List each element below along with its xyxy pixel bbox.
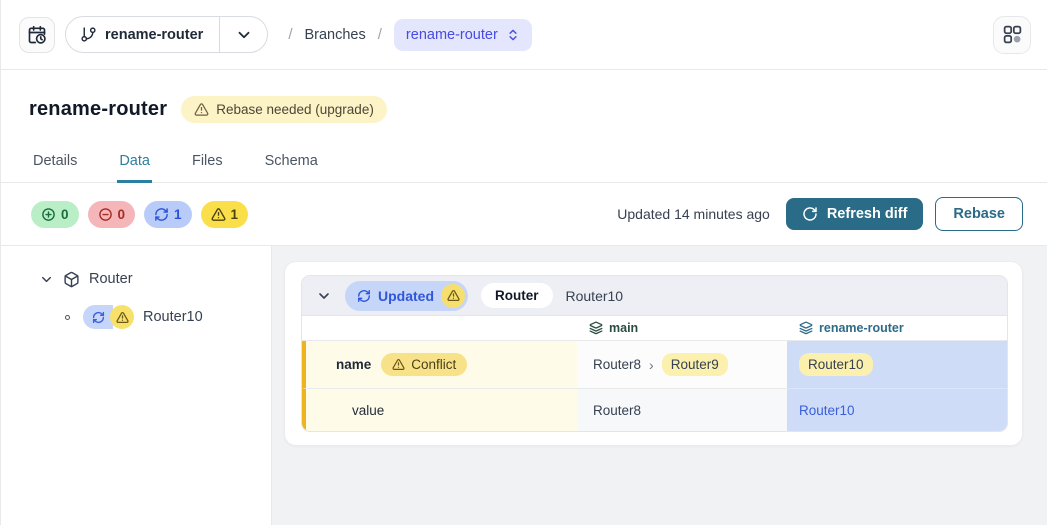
field-column-header	[302, 316, 577, 341]
warning-triangle-icon	[211, 207, 226, 222]
breadcrumb-separator: /	[288, 26, 292, 43]
cube-icon	[63, 271, 80, 288]
warning-triangle-icon	[116, 311, 129, 324]
chevron-down-icon[interactable]	[316, 288, 332, 304]
diff-panel-header: Updated Router Router10	[302, 276, 1007, 316]
breadcrumb-current-selector[interactable]: rename-router	[394, 19, 532, 51]
tab-data[interactable]: Data	[117, 143, 152, 183]
breadcrumb: / Branches / rename-router	[288, 19, 531, 51]
page-title: rename-router	[29, 98, 167, 121]
branch-selector-label-segment[interactable]: rename-router	[66, 17, 219, 52]
chevrons-up-down-icon	[506, 28, 520, 42]
record-type-pill: Router	[481, 283, 553, 308]
removed-count-badge: 0	[88, 201, 136, 228]
compare-value: Router10	[799, 403, 855, 418]
diff-table: main rename-router	[302, 316, 1007, 431]
layers-icon	[799, 321, 813, 335]
breadcrumb-current-label: rename-router	[406, 27, 498, 43]
compare-branch-name: rename-router	[819, 321, 904, 335]
tree-node-router10-label: Router10	[143, 309, 203, 325]
breadcrumb-branches-link[interactable]: Branches	[304, 27, 365, 43]
field-name: name	[336, 357, 371, 372]
conflict-indicator	[441, 284, 465, 308]
tab-details[interactable]: Details	[31, 143, 79, 183]
updated-status-badge: Updated	[345, 281, 468, 311]
refresh-diff-label: Refresh diff	[827, 206, 908, 222]
rotate-cw-icon	[802, 206, 818, 222]
added-count-badge: 0	[31, 201, 79, 228]
diff-toolbar: 0 0 1 1 Updated 14 minutes ago Re	[1, 183, 1047, 246]
circle-plus-icon	[41, 207, 56, 222]
warning-triangle-icon	[194, 102, 209, 117]
removed-count: 0	[118, 207, 126, 222]
record-name: Router10	[566, 288, 624, 304]
top-bar: rename-router / Branches / rename-router	[1, 0, 1047, 70]
diff-main-area: Updated Router Router10	[272, 246, 1047, 525]
conflict-badge: Conflict	[381, 353, 467, 376]
base-branch-name: main	[609, 321, 638, 335]
field-cell-name: name Conflict	[302, 341, 577, 389]
branch-selector-caret[interactable]	[219, 17, 267, 52]
base-branch-column-header: main	[577, 316, 787, 341]
rebase-needed-badge-label: Rebase needed (upgrade)	[216, 102, 374, 117]
circle-minus-icon	[98, 207, 113, 222]
rebase-button[interactable]: Rebase	[935, 197, 1023, 231]
tab-bar: Details Data Files Schema	[1, 143, 1047, 183]
git-branch-icon	[80, 26, 97, 43]
field-name: value	[352, 403, 384, 418]
conflict-status-segment	[110, 305, 134, 329]
conflict-count: 1	[231, 207, 239, 222]
tree-node-router[interactable]: Router	[1, 266, 271, 292]
added-count: 0	[61, 207, 69, 222]
base-old-value: Router8	[593, 357, 641, 372]
apps-menu-button[interactable]	[993, 16, 1031, 54]
updated-count: 1	[174, 207, 182, 222]
compare-value: Router10	[799, 353, 873, 376]
base-new-value: Router9	[662, 353, 728, 376]
content-area: Router Router10	[1, 246, 1047, 525]
page-header: rename-router Rebase needed (upgrade) De…	[1, 70, 1047, 183]
conflict-badge-label: Conflict	[411, 357, 456, 372]
tab-schema[interactable]: Schema	[263, 143, 320, 183]
base-value-cell-value: Router8	[577, 389, 787, 431]
chevron-down-icon	[235, 26, 253, 44]
compare-value-cell-name: Router10	[787, 341, 1007, 389]
tab-files[interactable]: Files	[190, 143, 225, 183]
sync-icon	[357, 289, 371, 303]
layers-icon	[589, 321, 603, 335]
updated-count-badge: 1	[144, 201, 192, 228]
history-button[interactable]	[19, 17, 55, 53]
last-updated-text: Updated 14 minutes ago	[617, 206, 770, 222]
field-cell-value: value	[302, 389, 577, 431]
app-window: rename-router / Branches / rename-router	[0, 0, 1047, 525]
bullet-icon	[65, 315, 70, 320]
refresh-diff-button[interactable]: Refresh diff	[786, 198, 924, 230]
record-status-pill	[83, 305, 134, 329]
diff-panel: Updated Router Router10	[301, 275, 1008, 432]
compare-branch-column-header: rename-router	[787, 316, 1007, 341]
change-arrow: ›	[649, 357, 654, 373]
conflict-count-badge: 1	[201, 201, 249, 228]
chevron-down-icon[interactable]	[39, 272, 54, 287]
compare-value-cell-value: Router10	[787, 389, 1007, 431]
branch-selector[interactable]: rename-router	[65, 16, 268, 53]
warning-triangle-icon	[392, 358, 405, 371]
base-value-cell-name: Router8 › Router9	[577, 341, 787, 389]
updated-status-segment	[83, 305, 113, 329]
tree-node-router10[interactable]: Router10	[1, 304, 271, 330]
base-value: Router8	[593, 403, 641, 418]
diff-card: Updated Router Router10	[284, 261, 1023, 446]
rebase-needed-badge: Rebase needed (upgrade)	[181, 96, 387, 123]
record-tree-sidebar: Router Router10	[1, 246, 272, 525]
sync-icon	[92, 311, 105, 324]
updated-status-label: Updated	[378, 288, 434, 304]
sync-icon	[154, 207, 169, 222]
warning-triangle-icon	[447, 289, 460, 302]
branch-selector-value: rename-router	[105, 27, 203, 43]
calendar-clock-icon	[27, 25, 47, 45]
apps-grid-icon	[1002, 24, 1023, 45]
breadcrumb-separator: /	[378, 26, 382, 43]
tree-node-router-label: Router	[89, 271, 133, 287]
